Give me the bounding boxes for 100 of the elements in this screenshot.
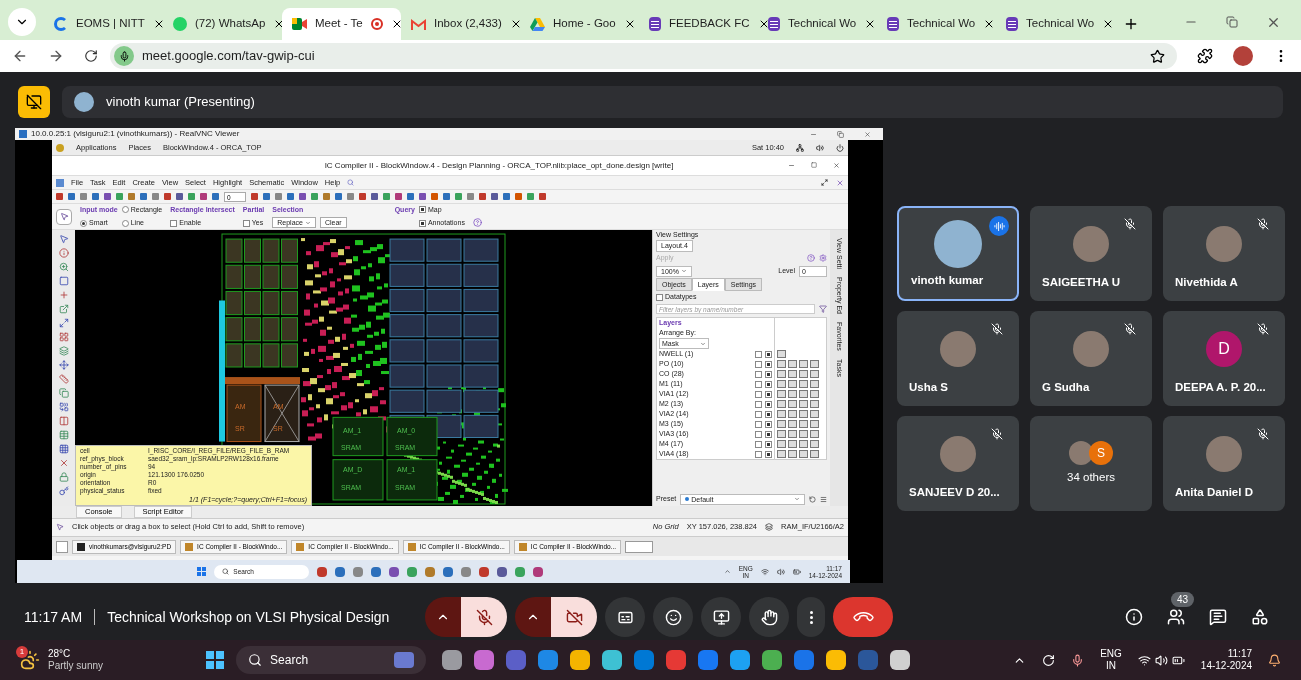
help-icon[interactable] bbox=[472, 218, 482, 227]
start-icon[interactable] bbox=[206, 651, 225, 669]
tool-icon[interactable] bbox=[58, 234, 69, 244]
checkbox[interactable] bbox=[755, 410, 762, 418]
browser-tab[interactable]: Technical Wo bbox=[996, 8, 1115, 40]
camera-button[interactable] bbox=[551, 597, 598, 637]
browser-tab[interactable]: (72) WhatsAp bbox=[163, 8, 282, 40]
app-icon[interactable] bbox=[533, 566, 544, 577]
checkbox[interactable] bbox=[765, 450, 772, 458]
tool-icon[interactable] bbox=[58, 444, 69, 454]
tool-icon[interactable] bbox=[58, 388, 69, 398]
captions-button[interactable] bbox=[605, 597, 646, 637]
browser-tab[interactable]: Technical Wo bbox=[758, 8, 877, 40]
pointer-tool-button[interactable] bbox=[56, 208, 72, 225]
refresh-icon[interactable] bbox=[809, 495, 816, 503]
checkbox[interactable] bbox=[765, 380, 772, 388]
notifications-icon[interactable] bbox=[1268, 653, 1281, 667]
checkbox[interactable] bbox=[418, 206, 426, 214]
raise-hand-button[interactable] bbox=[749, 597, 790, 637]
radio-button[interactable] bbox=[121, 206, 129, 214]
profile-avatar[interactable] bbox=[1233, 46, 1253, 66]
help-icon[interactable] bbox=[807, 254, 815, 262]
float-icon[interactable] bbox=[821, 178, 828, 186]
checkbox[interactable] bbox=[755, 400, 762, 408]
checkbox[interactable] bbox=[765, 370, 772, 378]
extensions-icon[interactable] bbox=[1197, 48, 1213, 64]
tool-icon[interactable] bbox=[58, 318, 69, 328]
start-icon[interactable] bbox=[197, 567, 207, 576]
microphone-icon[interactable] bbox=[1071, 653, 1085, 667]
app-icon[interactable] bbox=[826, 650, 847, 670]
address-bar[interactable]: meet.google.com/tav-gwip-cui bbox=[110, 43, 1177, 69]
checkbox[interactable] bbox=[765, 400, 772, 408]
tool-icon[interactable] bbox=[58, 290, 69, 300]
tool-icon[interactable] bbox=[58, 332, 69, 342]
app-icon[interactable] bbox=[570, 650, 591, 670]
browser-tab[interactable]: Home - Goo bbox=[520, 8, 639, 40]
checkbox[interactable] bbox=[656, 293, 663, 301]
video-options-button[interactable] bbox=[515, 597, 552, 637]
stop-presenting-button[interactable] bbox=[18, 86, 50, 118]
app-icon[interactable] bbox=[602, 650, 623, 670]
tool-icon[interactable] bbox=[58, 458, 69, 468]
app-icon[interactable] bbox=[442, 650, 463, 670]
checkbox[interactable] bbox=[755, 430, 762, 438]
desktop-icon[interactable] bbox=[56, 540, 68, 553]
tool-icon[interactable] bbox=[58, 402, 69, 412]
app-icon[interactable] bbox=[730, 650, 751, 670]
filter-icon[interactable] bbox=[819, 305, 827, 313]
checkbox[interactable] bbox=[755, 390, 762, 398]
app-icon[interactable] bbox=[389, 566, 400, 577]
tool-icon[interactable] bbox=[58, 472, 69, 482]
search-icon[interactable] bbox=[347, 179, 355, 186]
browser-tab[interactable]: FEEDBACK FC bbox=[639, 8, 758, 40]
leave-call-button[interactable] bbox=[833, 597, 894, 637]
app-icon[interactable] bbox=[890, 650, 911, 670]
tool-icon[interactable] bbox=[58, 416, 69, 426]
info-icon[interactable] bbox=[1125, 608, 1143, 626]
checkbox[interactable] bbox=[755, 370, 762, 378]
radio-button[interactable] bbox=[80, 219, 87, 227]
checkbox[interactable] bbox=[755, 380, 762, 388]
volume-icon[interactable] bbox=[1154, 653, 1168, 667]
browser-tab[interactable]: EOMS | NITT bbox=[44, 8, 163, 40]
new-tab-icon[interactable] bbox=[1123, 16, 1139, 32]
restore-icon[interactable] bbox=[1226, 16, 1238, 28]
microphone-button[interactable] bbox=[461, 597, 508, 637]
checkbox[interactable] bbox=[765, 440, 772, 448]
activities-icon[interactable] bbox=[1251, 608, 1269, 626]
radio-button[interactable] bbox=[121, 219, 129, 227]
browser-tab[interactable]: Inbox (2,433) bbox=[401, 8, 520, 40]
search-field[interactable]: Search bbox=[236, 646, 427, 674]
checkbox[interactable] bbox=[765, 430, 772, 438]
app-icon[interactable] bbox=[497, 566, 508, 577]
minimize-icon[interactable] bbox=[788, 162, 795, 169]
checkbox[interactable] bbox=[765, 350, 772, 358]
tool-icon[interactable] bbox=[58, 346, 69, 356]
tool-icon[interactable] bbox=[58, 304, 69, 314]
settings-icon[interactable] bbox=[819, 254, 827, 262]
maximize-icon[interactable] bbox=[811, 162, 817, 168]
tool-icon[interactable] bbox=[58, 374, 69, 384]
sync-icon[interactable] bbox=[1042, 653, 1056, 667]
forward-icon[interactable] bbox=[48, 48, 64, 64]
browser-tab[interactable]: Technical Wo bbox=[877, 8, 996, 40]
checkbox[interactable] bbox=[242, 219, 250, 227]
app-icon[interactable] bbox=[538, 650, 559, 670]
checkbox[interactable] bbox=[765, 360, 772, 368]
emoji-button[interactable] bbox=[653, 597, 694, 637]
checkbox[interactable] bbox=[170, 219, 178, 227]
checkbox[interactable] bbox=[755, 440, 762, 448]
tool-icon[interactable] bbox=[58, 430, 69, 440]
checkbox[interactable] bbox=[765, 410, 772, 418]
browser-tab[interactable]: Meet - Te bbox=[282, 8, 401, 40]
restore-icon[interactable] bbox=[837, 130, 844, 138]
people-icon[interactable] bbox=[1167, 608, 1185, 626]
reload-icon[interactable] bbox=[84, 49, 98, 63]
checkbox[interactable] bbox=[418, 219, 426, 227]
present-button[interactable] bbox=[701, 597, 742, 637]
checkbox[interactable] bbox=[755, 420, 762, 428]
workspace-switcher[interactable] bbox=[625, 540, 654, 553]
checkbox[interactable] bbox=[765, 390, 772, 398]
tool-icon[interactable] bbox=[58, 360, 69, 370]
checkbox[interactable] bbox=[765, 420, 772, 428]
